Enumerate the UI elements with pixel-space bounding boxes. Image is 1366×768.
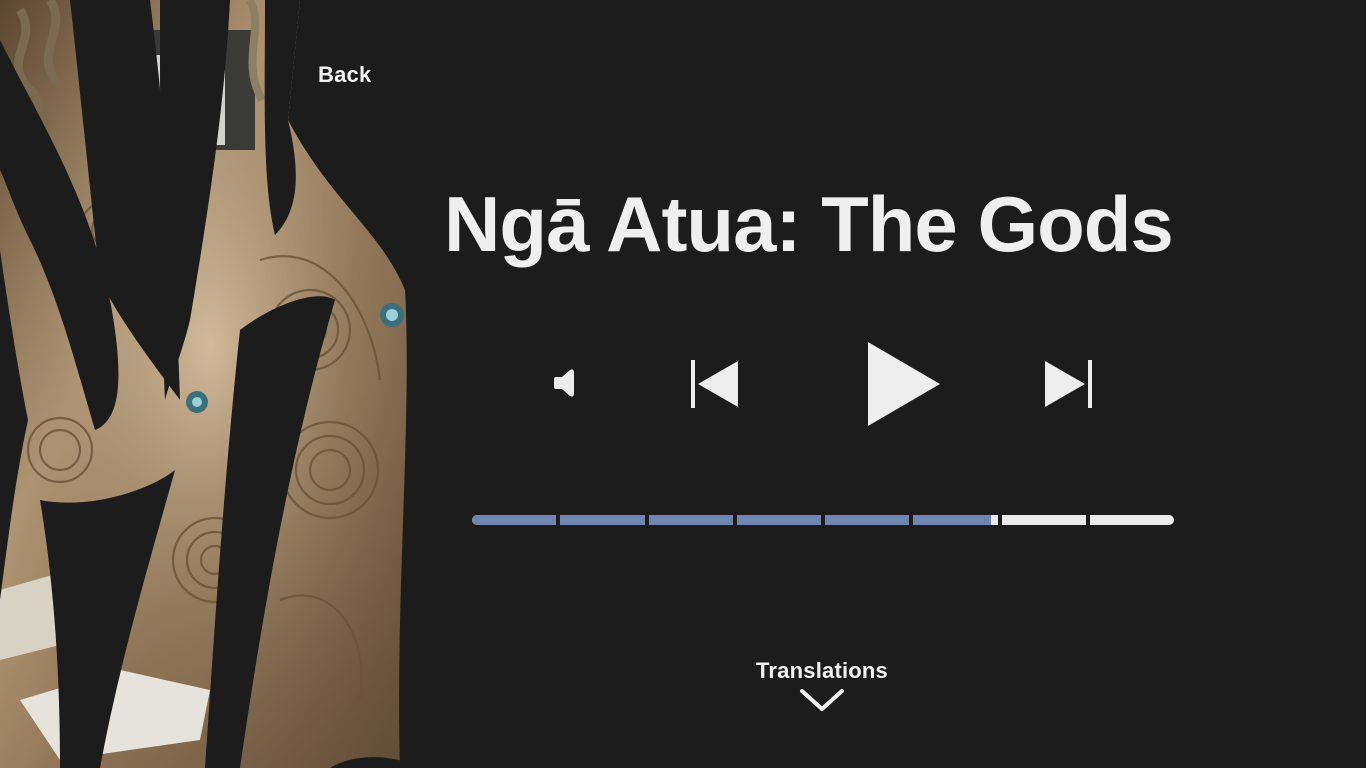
progress-segment-fill bbox=[913, 515, 991, 525]
progress-segment[interactable] bbox=[1001, 515, 1086, 525]
translations-label: Translations bbox=[756, 658, 888, 683]
track-title: Ngā Atua: The Gods bbox=[444, 180, 1174, 268]
carving-artwork-image bbox=[0, 0, 420, 768]
back-button[interactable]: Back bbox=[318, 62, 371, 88]
play-button[interactable] bbox=[864, 340, 944, 428]
play-icon bbox=[868, 342, 940, 426]
progress-segment[interactable] bbox=[648, 515, 733, 525]
previous-track-button[interactable] bbox=[688, 358, 742, 410]
skip-previous-icon bbox=[691, 360, 738, 408]
progress-segment-fill bbox=[560, 515, 645, 525]
progress-segment[interactable] bbox=[825, 515, 910, 525]
progress-segment-fill bbox=[472, 515, 557, 525]
volume-button[interactable] bbox=[552, 366, 582, 400]
progress-segment[interactable] bbox=[1089, 515, 1174, 525]
progress-segment-fill bbox=[648, 515, 733, 525]
progress-segment[interactable] bbox=[736, 515, 821, 525]
next-track-button[interactable] bbox=[1042, 358, 1096, 410]
audio-player-screen: Back Ngā Atua: The Gods Translations bbox=[0, 0, 1366, 768]
progress-segment-fill bbox=[736, 515, 821, 525]
progress-segment[interactable] bbox=[560, 515, 645, 525]
translations-toggle[interactable]: Translations bbox=[740, 658, 904, 712]
volume-icon bbox=[554, 369, 574, 397]
chevron-down-icon bbox=[800, 689, 844, 711]
playback-progress-bar[interactable] bbox=[472, 515, 1174, 525]
progress-segment[interactable] bbox=[472, 515, 557, 525]
skip-next-icon bbox=[1045, 360, 1092, 408]
progress-segment-fill bbox=[825, 515, 910, 525]
progress-segment[interactable] bbox=[913, 515, 998, 525]
